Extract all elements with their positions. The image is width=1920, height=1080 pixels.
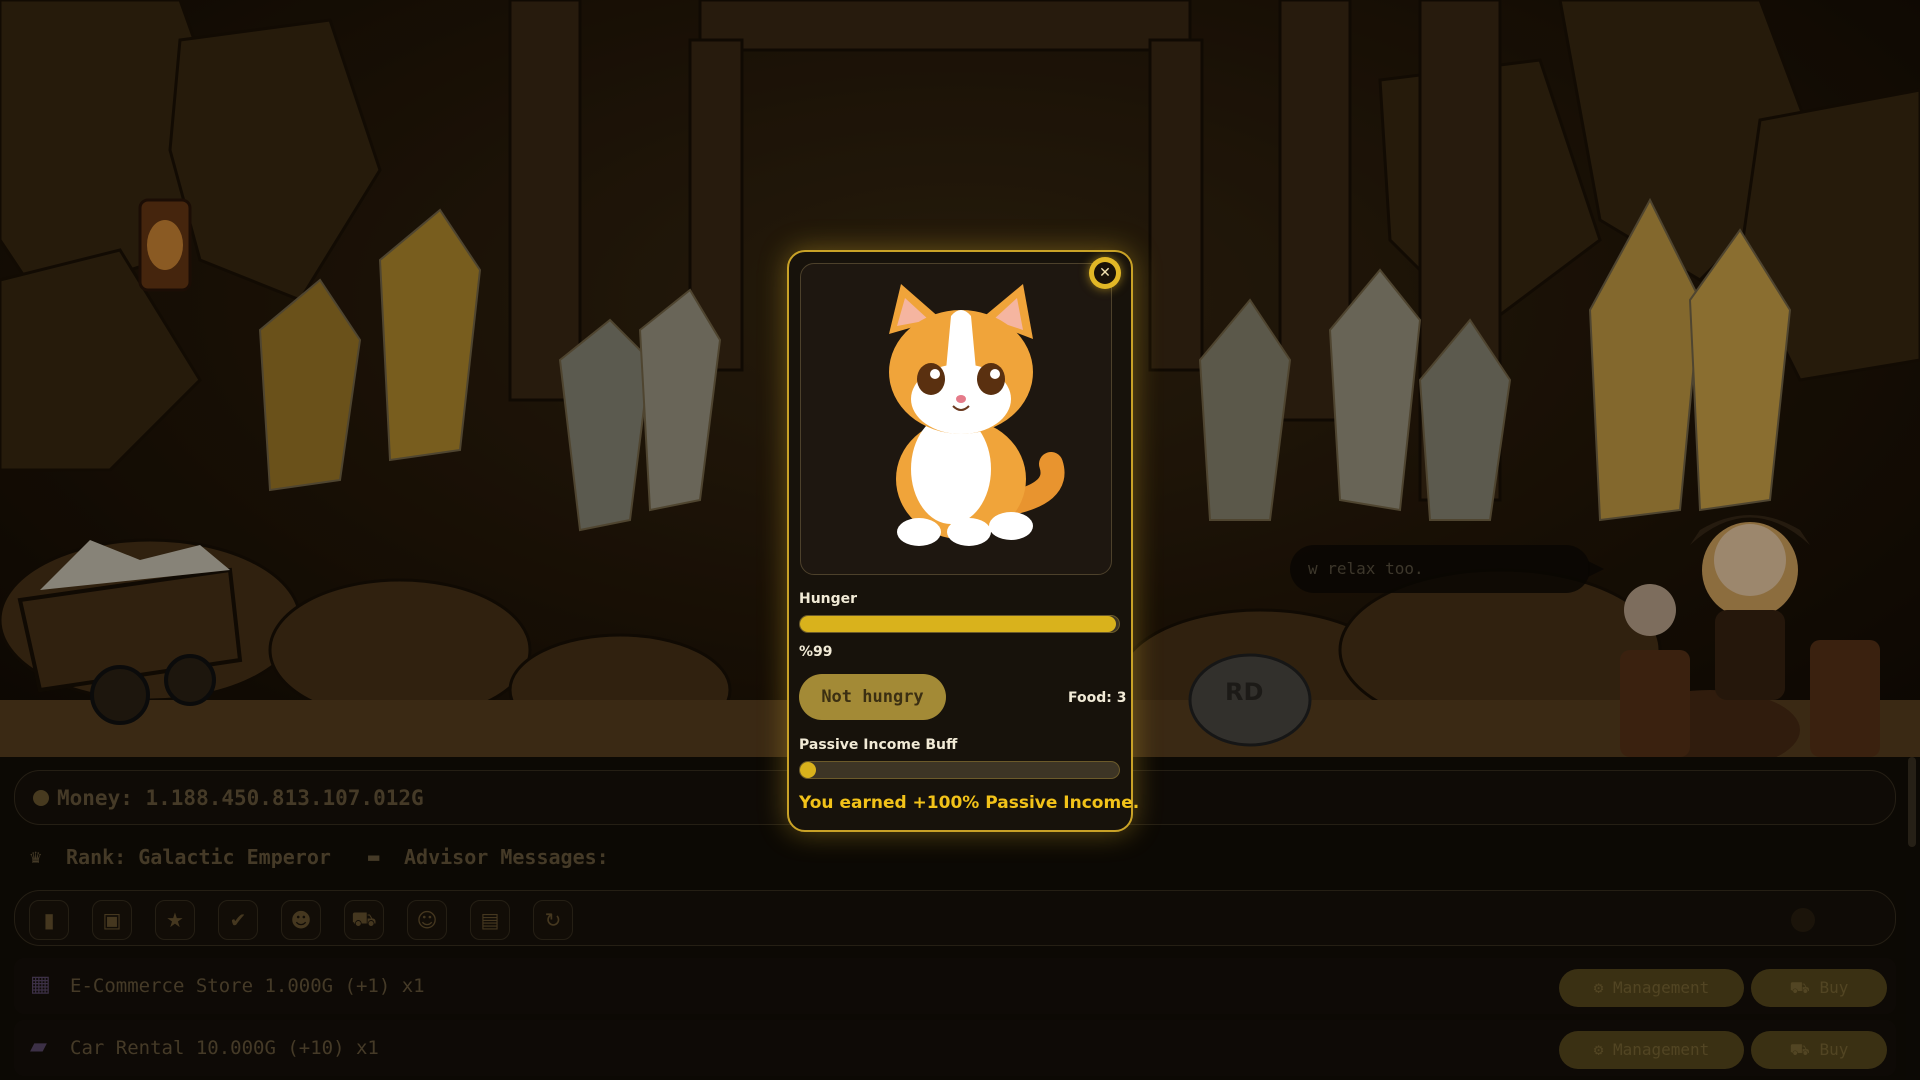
advisor-messages-label: Advisor Messages: bbox=[404, 845, 609, 869]
buff-bar bbox=[799, 761, 1120, 779]
hunger-bar-fill bbox=[800, 616, 1116, 632]
feed-button[interactable]: Not hungry bbox=[799, 674, 946, 720]
gear-icon: ⚙ bbox=[1593, 978, 1604, 997]
buy-button[interactable]: ⛟ Buy bbox=[1751, 969, 1887, 1007]
cat-icon[interactable]: ☻ bbox=[281, 900, 321, 940]
business-label: E-Commerce Store 1.000G (+1) x1 bbox=[70, 975, 425, 997]
document-icon[interactable]: ▮ bbox=[29, 900, 69, 940]
message-icon: ▬ bbox=[368, 846, 380, 868]
gear-icon: ⚙ bbox=[1593, 1040, 1604, 1059]
buy-button[interactable]: ⛟ Buy bbox=[1751, 1031, 1887, 1069]
pet-image-frame bbox=[800, 263, 1112, 575]
hunger-bar bbox=[799, 615, 1120, 633]
advisor-icon[interactable]: ☺ bbox=[407, 900, 447, 940]
cat-image bbox=[889, 284, 1065, 546]
buff-label: Passive Income Buff bbox=[799, 737, 958, 753]
business-row-car-rental: ▰ Car Rental 10.000G (+10) x1 ⚙ Manageme… bbox=[14, 1020, 1896, 1076]
chart-icon[interactable]: ▤ bbox=[470, 900, 510, 940]
checkbox-icon[interactable]: ✔ bbox=[218, 900, 258, 940]
passive-income-message: You earned +100% Passive Income. bbox=[799, 793, 1140, 813]
business-label: Car Rental 10.000G (+10) x1 bbox=[70, 1037, 379, 1059]
advisor-speech-bubble: w relax too. bbox=[1290, 545, 1604, 593]
management-button[interactable]: ⚙ Management bbox=[1559, 1031, 1744, 1069]
svg-text:RD: RD bbox=[1225, 678, 1263, 706]
rank-bar: ♛ Rank: Galactic Emperor ▬ Advisor Messa… bbox=[14, 831, 1896, 884]
buy-label: Buy bbox=[1819, 978, 1849, 997]
management-label: Management bbox=[1612, 1040, 1710, 1059]
refresh-icon[interactable]: ↻ bbox=[533, 900, 573, 940]
crown-icon: ♛ bbox=[30, 846, 42, 868]
coin-icon bbox=[33, 790, 49, 806]
star-icon[interactable]: ★ bbox=[155, 900, 195, 940]
rank-label: Rank: Galactic Emperor bbox=[66, 845, 331, 869]
cart-icon: ⛟ bbox=[1789, 978, 1810, 997]
food-count: Food: 3 bbox=[1068, 690, 1127, 706]
car-icon: ▰ bbox=[30, 1034, 47, 1059]
buy-label: Buy bbox=[1819, 1040, 1849, 1059]
close-icon: ✕ bbox=[1094, 262, 1116, 284]
store-icon: ▦ bbox=[30, 972, 51, 997]
close-button[interactable]: ✕ bbox=[1089, 257, 1121, 289]
buff-bar-fill bbox=[800, 762, 816, 778]
cart-icon: ⛟ bbox=[1789, 1040, 1810, 1059]
hunger-label: Hunger bbox=[799, 591, 858, 607]
money-label: Money: 1.188.450.813.107.012G bbox=[57, 786, 424, 810]
scrollbar[interactable] bbox=[1908, 757, 1916, 847]
cart-icon[interactable]: ⛟ bbox=[344, 900, 384, 940]
hunger-value: %99 bbox=[799, 644, 833, 660]
status-dot bbox=[1791, 908, 1815, 932]
toolbar: ▮ ▣ ★ ✔ ☻ ⛟ ☺ ▤ ↻ bbox=[14, 890, 1896, 946]
gift-icon[interactable]: ▣ bbox=[92, 900, 132, 940]
management-button[interactable]: ⚙ Management bbox=[1559, 969, 1744, 1007]
business-row-ecommerce: ▦ E-Commerce Store 1.000G (+1) x1 ⚙ Mana… bbox=[14, 958, 1896, 1014]
advisor-speech-text: w relax too. bbox=[1308, 559, 1424, 578]
management-label: Management bbox=[1612, 978, 1710, 997]
